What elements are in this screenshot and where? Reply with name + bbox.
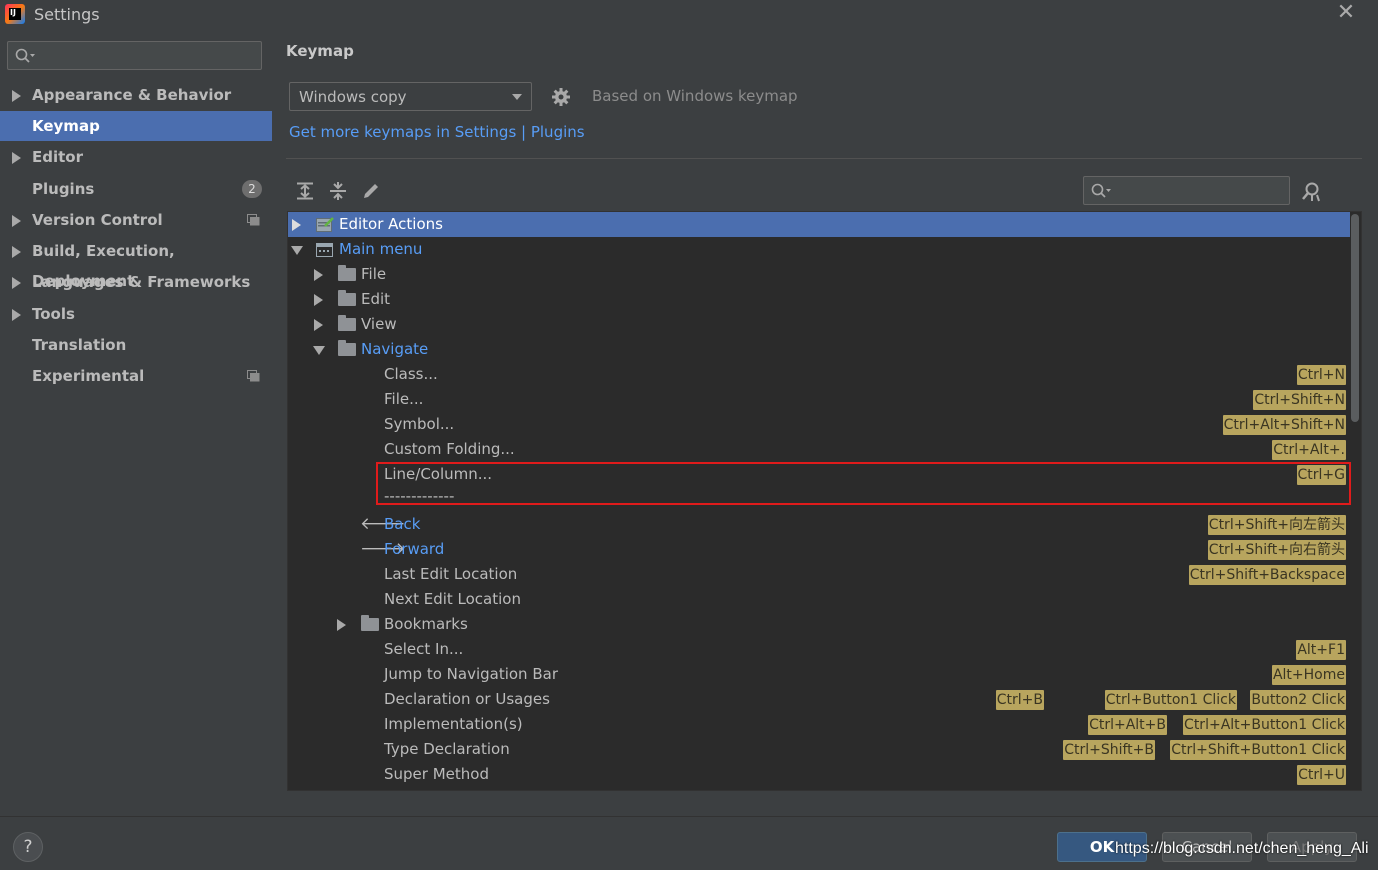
folder-icon (338, 265, 356, 281)
expand-arrow-icon (12, 277, 21, 289)
tree-row-editor-actions[interactable]: Editor Actions (288, 212, 1350, 237)
shortcut-badge: Ctrl+Shift+向左箭头 (1207, 515, 1346, 535)
sidebar-item-translation[interactable]: Translation (0, 330, 272, 360)
project-level-icon (247, 214, 260, 226)
sidebar-item-tools[interactable]: Tools (0, 299, 272, 329)
tree-row-action[interactable]: Next Edit Location (288, 587, 1350, 612)
help-button[interactable]: ? (13, 832, 43, 862)
tree-row-action[interactable]: Declaration or Usages Ctrl+B Ctrl+Button… (288, 687, 1350, 712)
main-menu-icon (316, 243, 333, 257)
shortcut-badge: Ctrl+Alt+. (1272, 440, 1346, 460)
collapse-arrow-icon[interactable] (291, 246, 303, 255)
tree-row-edit-folder[interactable]: Edit (288, 287, 1350, 312)
tree-row-action[interactable]: Type Declaration Ctrl+Shift+B Ctrl+Shift… (288, 737, 1350, 762)
tree-row-separator: ------------- (384, 487, 455, 505)
settings-sidebar: Appearance & Behavior Keymap Editor Plug… (0, 30, 272, 816)
tree-row-view-folder[interactable]: View (288, 312, 1350, 337)
folder-icon (338, 315, 356, 331)
shortcut-badge: Ctrl+Alt+Button1 Click (1183, 715, 1346, 735)
folder-icon (361, 615, 379, 631)
shortcut-badge: Ctrl+Shift+Button1 Click (1170, 740, 1346, 760)
sidebar-item-languages-frameworks[interactable]: Languages & Frameworks (0, 267, 272, 297)
shortcut-badge: Ctrl+Shift+Backspace (1188, 565, 1346, 585)
tree-row-forward[interactable]: 🡒 Forward Ctrl+Shift+向右箭头 (288, 537, 1350, 562)
based-on-label: Based on Windows keymap (592, 87, 798, 105)
tree-row-action[interactable]: Last Edit Location Ctrl+Shift+Backspace (288, 562, 1350, 587)
keymap-select-value: Windows copy (299, 88, 407, 106)
tree-row-back[interactable]: 🡐 Back Ctrl+Shift+向左箭头 (288, 512, 1350, 537)
search-icon (15, 48, 35, 63)
collapse-all-icon[interactable] (328, 181, 348, 201)
expand-arrow-icon (12, 152, 21, 164)
plugins-update-badge: 2 (242, 180, 262, 198)
title-bar: IJ Settings ✕ (0, 0, 1378, 30)
keymap-select[interactable]: Windows copy (289, 82, 532, 111)
folder-icon (338, 290, 356, 306)
folder-icon (338, 340, 356, 356)
expand-all-icon[interactable] (295, 181, 315, 201)
shortcut-badge: Ctrl+Alt+Shift+N (1222, 415, 1346, 435)
keymap-actions-tree[interactable]: Editor Actions Main menu File Edit View … (287, 211, 1362, 791)
expand-arrow-icon (12, 215, 21, 227)
expand-arrow-icon (12, 90, 21, 102)
close-icon[interactable]: ✕ (1336, 2, 1356, 24)
shortcut-badge: Ctrl+Shift+B (1063, 740, 1155, 760)
expand-arrow-icon[interactable] (337, 619, 346, 631)
tree-scrollbar[interactable] (1351, 214, 1359, 422)
shortcut-badge: Ctrl+N (1296, 365, 1346, 385)
shortcut-badge: Ctrl+Shift+N (1253, 390, 1346, 410)
tree-row-action[interactable]: Custom Folding... Ctrl+Alt+. (288, 437, 1350, 462)
divider (0, 816, 1378, 817)
window-title: Settings (34, 5, 100, 24)
shortcut-badge: Alt+F1 (1296, 640, 1346, 660)
sidebar-item-plugins[interactable]: Plugins 2 (0, 174, 272, 204)
shortcut-badge: Button2 Click (1250, 690, 1346, 710)
chevron-down-icon (512, 94, 522, 100)
divider (286, 158, 1362, 159)
expand-arrow-icon[interactable] (292, 219, 301, 231)
editor-actions-icon (316, 217, 334, 232)
tree-row-action[interactable]: File... Ctrl+Shift+N (288, 387, 1350, 412)
find-by-shortcut-icon[interactable] (1300, 181, 1322, 203)
project-level-icon (247, 370, 260, 382)
shortcut-badge: Ctrl+Shift+向右箭头 (1207, 540, 1346, 560)
shortcut-badge: Ctrl+G (1296, 465, 1346, 485)
sidebar-item-build-execution-deployment[interactable]: Build, Execution, Deployment (0, 236, 272, 290)
sidebar-item-appearance-behavior[interactable]: Appearance & Behavior (0, 80, 272, 110)
sidebar-item-version-control[interactable]: Version Control (0, 205, 272, 235)
tree-row-action[interactable]: Symbol... Ctrl+Alt+Shift+N (288, 412, 1350, 437)
edit-icon[interactable] (361, 181, 381, 201)
shortcut-search-input[interactable] (1083, 176, 1290, 205)
expand-arrow-icon (12, 309, 21, 321)
shortcut-badge: Alt+Home (1271, 665, 1346, 685)
intellij-app-icon: IJ (5, 4, 25, 24)
gear-icon[interactable] (551, 87, 571, 107)
search-icon (1091, 183, 1111, 198)
expand-arrow-icon[interactable] (314, 319, 323, 331)
watermark-text: https://blog.csdn.net/chen_heng_Ali (1115, 840, 1369, 857)
tree-row-action[interactable]: Super Method Ctrl+U (288, 762, 1350, 787)
tree-row-action[interactable]: Class... Ctrl+N (288, 362, 1350, 387)
tree-row-action[interactable]: Implementation(s) Ctrl+Alt+B Ctrl+Alt+Bu… (288, 712, 1350, 737)
sidebar-item-experimental[interactable]: Experimental (0, 361, 272, 391)
tree-row-file-folder[interactable]: File (288, 262, 1350, 287)
tree-row-bookmarks-folder[interactable]: Bookmarks (288, 612, 1350, 637)
get-more-keymaps-link[interactable]: Get more keymaps in Settings | Plugins (289, 123, 585, 141)
expand-arrow-icon[interactable] (314, 294, 323, 306)
expand-arrow-icon[interactable] (314, 269, 323, 281)
shortcut-badge: Ctrl+U (1297, 765, 1346, 785)
collapse-arrow-icon[interactable] (313, 346, 325, 355)
shortcut-badge: Ctrl+B (995, 690, 1044, 710)
tree-row-action[interactable]: Jump to Navigation Bar Alt+Home (288, 662, 1350, 687)
sidebar-item-keymap[interactable]: Keymap (0, 111, 272, 141)
tree-row-main-menu[interactable]: Main menu (288, 237, 1350, 262)
shortcut-badge: Ctrl+Alt+B (1088, 715, 1167, 735)
sidebar-search-input[interactable] (7, 41, 262, 70)
tree-row-navigate-folder[interactable]: Navigate (288, 337, 1350, 362)
page-title: Keymap (286, 42, 354, 60)
expand-arrow-icon (12, 246, 21, 258)
tree-row-action[interactable]: Select In... Alt+F1 (288, 637, 1350, 662)
shortcut-badge: Ctrl+Button1 Click (1104, 690, 1237, 710)
sidebar-item-editor[interactable]: Editor (0, 142, 272, 172)
